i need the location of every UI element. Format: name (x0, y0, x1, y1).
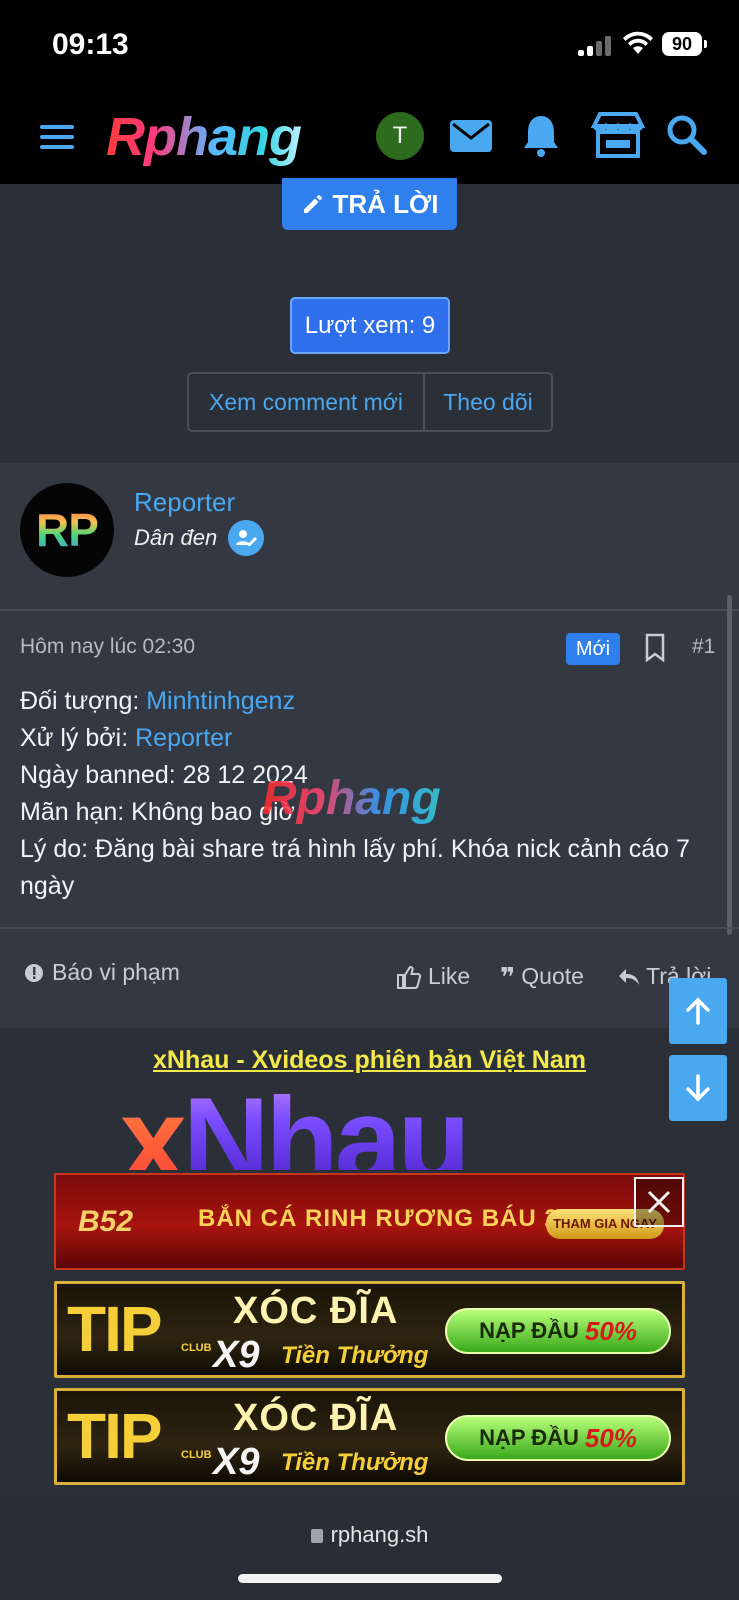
tip-club-ad-banner[interactable]: TIP CLUB XÓC ĐĨA X9 Tiền Thưởng NẠP ĐẦU 5… (54, 1281, 685, 1378)
signal-icon (578, 36, 612, 56)
post-header: RP Reporter Dân đen (0, 463, 739, 611)
reason-line: Lý do: Đăng bài share trá hình lấy phí. … (20, 835, 690, 900)
target-line: Đối tượng: Minhtinhgenz (20, 687, 295, 715)
arrow-down-icon (686, 1074, 710, 1102)
thumbs-up-icon (397, 965, 422, 989)
lock-icon (310, 1529, 323, 1543)
author-title: Dân đen (134, 525, 218, 550)
b52-ad-banner[interactable]: B52 BẮN CÁ RINH RƯƠNG BÁU 2,5M THAM GIA … (54, 1173, 685, 1270)
tip-logo: TIP (67, 1293, 163, 1365)
site-logo[interactable]: Rphang (106, 106, 302, 168)
like-button[interactable]: Like (396, 963, 470, 990)
post-card: RP Reporter Dân đen Hôm nay lúc 02:30 Mớ… (0, 463, 739, 1028)
mail-icon[interactable] (448, 110, 494, 160)
post-number[interactable]: #1 (692, 635, 715, 659)
views-count-badge: Lượt xem: 9 (290, 297, 450, 354)
search-icon[interactable] (664, 110, 710, 160)
watermark-logo: Rphang (262, 772, 441, 825)
bookmark-icon[interactable] (644, 633, 666, 663)
user-avatar[interactable]: T (376, 112, 424, 160)
menu-icon[interactable] (38, 120, 78, 154)
tip-logo: TIP (67, 1400, 163, 1472)
view-new-comments-button[interactable]: Xem comment mới (189, 374, 425, 430)
target-user-link[interactable]: Minhtinhgenz (146, 687, 295, 715)
report-link[interactable]: Báo vi phạm (24, 959, 180, 986)
author-name[interactable]: Reporter (134, 487, 235, 518)
user-edit-icon (228, 520, 264, 556)
reply-arrow-icon (619, 968, 639, 985)
reply-button[interactable]: TRẢ LỜI (282, 178, 457, 230)
tip-cta-button[interactable]: NẠP ĐẦU 50% (445, 1308, 671, 1354)
tip-club-ad-banner[interactable]: TIP CLUB XÓC ĐĨA X9 Tiền Thưởng NẠP ĐẦU 5… (54, 1388, 685, 1485)
battery-indicator: 90 (662, 32, 707, 56)
quote-button[interactable]: ❞ Quote (500, 963, 584, 990)
handled-by-line: Xử lý bởi: Reporter (20, 724, 233, 752)
url-text[interactable]: rphang.sh (0, 1522, 739, 1548)
warning-icon (25, 963, 43, 982)
status-bar: 09:13 90 (0, 0, 739, 92)
author-avatar[interactable]: RP (20, 483, 114, 577)
wifi-icon (623, 31, 653, 54)
arrow-up-icon (686, 997, 710, 1025)
thread-button-group: Xem comment mới Theo dõi (187, 372, 553, 432)
new-badge: Mới (566, 633, 620, 665)
b52-logo: B52 (78, 1205, 134, 1238)
post-timestamp: Hôm nay lúc 02:30 (20, 635, 196, 658)
close-icon (647, 1190, 671, 1214)
home-indicator[interactable] (238, 1574, 502, 1583)
browser-url-bar[interactable]: rphang.sh (0, 1496, 739, 1600)
tip-cta-button[interactable]: NẠP ĐẦU 50% (445, 1415, 671, 1461)
b52-ad-text: BẮN CÁ RINH RƯƠNG BÁU 2,5M (198, 1205, 602, 1232)
reply-button-label: TRẢ LỜI (332, 188, 439, 219)
status-time: 09:13 (52, 28, 129, 61)
store-icon[interactable] (588, 110, 648, 160)
quote-icon: ❞ (500, 961, 516, 992)
scroll-top-button[interactable] (669, 978, 727, 1044)
divider (0, 927, 739, 929)
xnhau-logo[interactable]: xNhau (120, 1070, 467, 1170)
handler-user-link[interactable]: Reporter (135, 724, 232, 752)
follow-button[interactable]: Theo dõi (425, 374, 551, 430)
top-navigation: Rphang T (0, 92, 739, 184)
scrollbar[interactable] (727, 595, 732, 935)
ad-close-button[interactable] (634, 1177, 684, 1227)
bell-icon[interactable] (518, 110, 564, 160)
pencil-icon (303, 195, 322, 213)
